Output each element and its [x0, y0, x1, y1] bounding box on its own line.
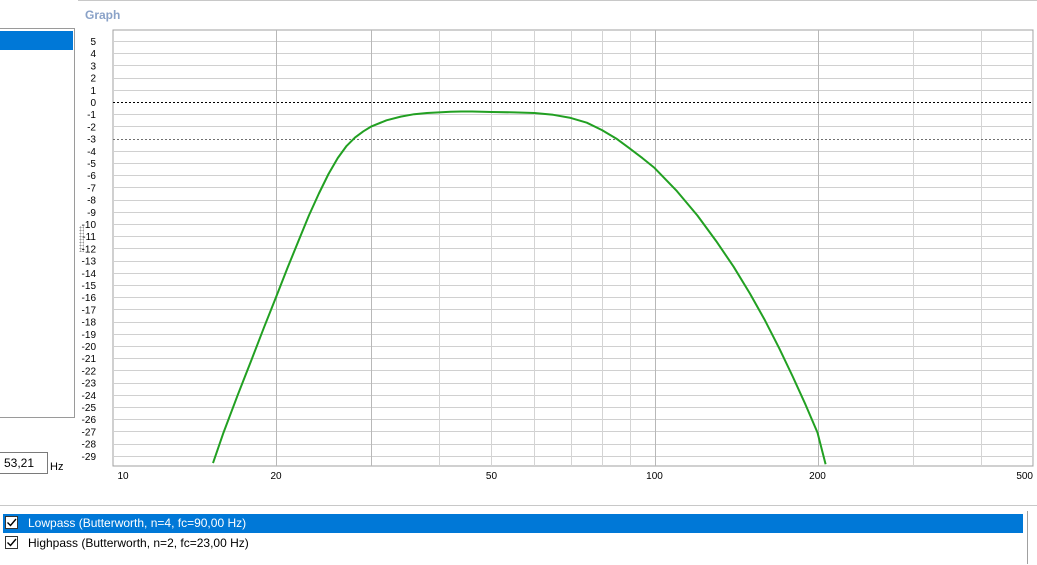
y-tick-label: -22 [82, 366, 97, 377]
y-tick-label: -18 [82, 318, 97, 329]
y-tick-label: -12 [82, 244, 97, 255]
x-tick-label: 500 [1016, 471, 1033, 482]
y-tick-label: -20 [82, 342, 97, 353]
y-tick-label: -17 [82, 305, 97, 316]
y-tick-label: -29 [82, 452, 97, 463]
filter-list[interactable]: Lowpass (Butterworth, n=4, fc=90,00 Hz) … [0, 511, 1028, 564]
y-tick-label: -21 [82, 354, 97, 365]
y-tick-label: -16 [82, 293, 97, 304]
y-tick-label: -24 [82, 391, 97, 402]
checkmark-icon [7, 538, 17, 547]
y-tick-label: -8 [87, 196, 96, 207]
y-tick-label: -28 [82, 440, 97, 451]
y-tick-label: -23 [82, 379, 97, 390]
x-tick-label: 10 [117, 471, 129, 482]
y-tick-label: -25 [82, 403, 97, 414]
x-tick-label: 20 [270, 471, 282, 482]
y-tick-label: -5 [87, 159, 96, 170]
checkbox-highpass[interactable] [5, 536, 18, 549]
y-tick-label: -26 [82, 415, 97, 426]
filter-label-highpass: Highpass (Butterworth, n=2, fc=23,00 Hz) [28, 536, 249, 550]
y-tick-label: -1 [87, 110, 96, 121]
y-tick-label: -7 [87, 183, 96, 194]
x-tick-label: 100 [646, 471, 663, 482]
frequency-response-graph[interactable]: 543210-1-2-3-4-5-6-7-8-9-10-11-12-13-14-… [0, 0, 1037, 500]
y-tick-label: -14 [82, 269, 97, 280]
y-tick-label: -4 [87, 147, 96, 158]
y-tick-label: -19 [82, 330, 97, 341]
y-tick-label: -6 [87, 171, 96, 182]
y-tick-label: 1 [90, 86, 96, 97]
y-tick-label: 2 [90, 74, 96, 85]
y-tick-label: -10 [82, 220, 97, 231]
filter-row-lowpass[interactable]: Lowpass (Butterworth, n=4, fc=90,00 Hz) [3, 514, 1023, 533]
y-tick-label: -13 [82, 257, 97, 268]
y-tick-label: -27 [82, 427, 97, 438]
y-tick-label: -3 [87, 135, 96, 146]
y-tick-label: -11 [82, 232, 96, 243]
checkmark-icon [7, 518, 17, 527]
y-tick-label: 0 [90, 98, 96, 109]
y-tick-label: 5 [90, 37, 96, 48]
y-tick-label: -15 [82, 281, 97, 292]
y-tick-label: 3 [90, 61, 96, 72]
y-tick-label: 4 [90, 49, 96, 60]
x-tick-label: 50 [486, 471, 498, 482]
y-tick-label: -9 [87, 208, 96, 219]
checkbox-lowpass[interactable] [5, 516, 18, 529]
filter-label-lowpass: Lowpass (Butterworth, n=4, fc=90,00 Hz) [28, 516, 247, 530]
y-tick-label: -2 [87, 122, 96, 133]
filter-row-highpass[interactable]: Highpass (Butterworth, n=2, fc=23,00 Hz) [3, 534, 1023, 553]
x-tick-label: 200 [809, 471, 826, 482]
